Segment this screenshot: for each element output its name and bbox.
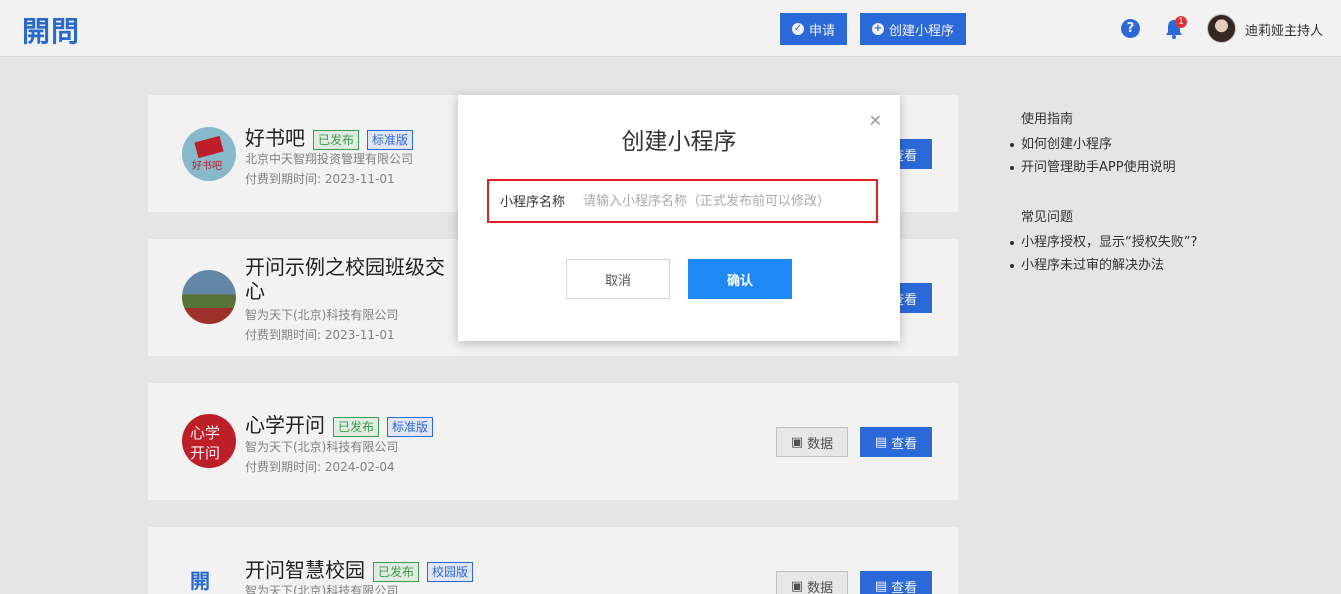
create-miniprogram-dialog: 创建小程序 ✕ 小程序名称 取消 确认 xyxy=(458,95,900,341)
confirm-button[interactable]: 确认 xyxy=(688,259,792,299)
close-icon[interactable]: ✕ xyxy=(869,111,882,130)
miniprogram-name-input[interactable] xyxy=(583,187,866,215)
name-field-highlight: 小程序名称 xyxy=(487,179,878,223)
name-field-label: 小程序名称 xyxy=(500,195,566,210)
dialog-title: 创建小程序 xyxy=(621,129,737,155)
cancel-button[interactable]: 取消 xyxy=(566,259,670,299)
